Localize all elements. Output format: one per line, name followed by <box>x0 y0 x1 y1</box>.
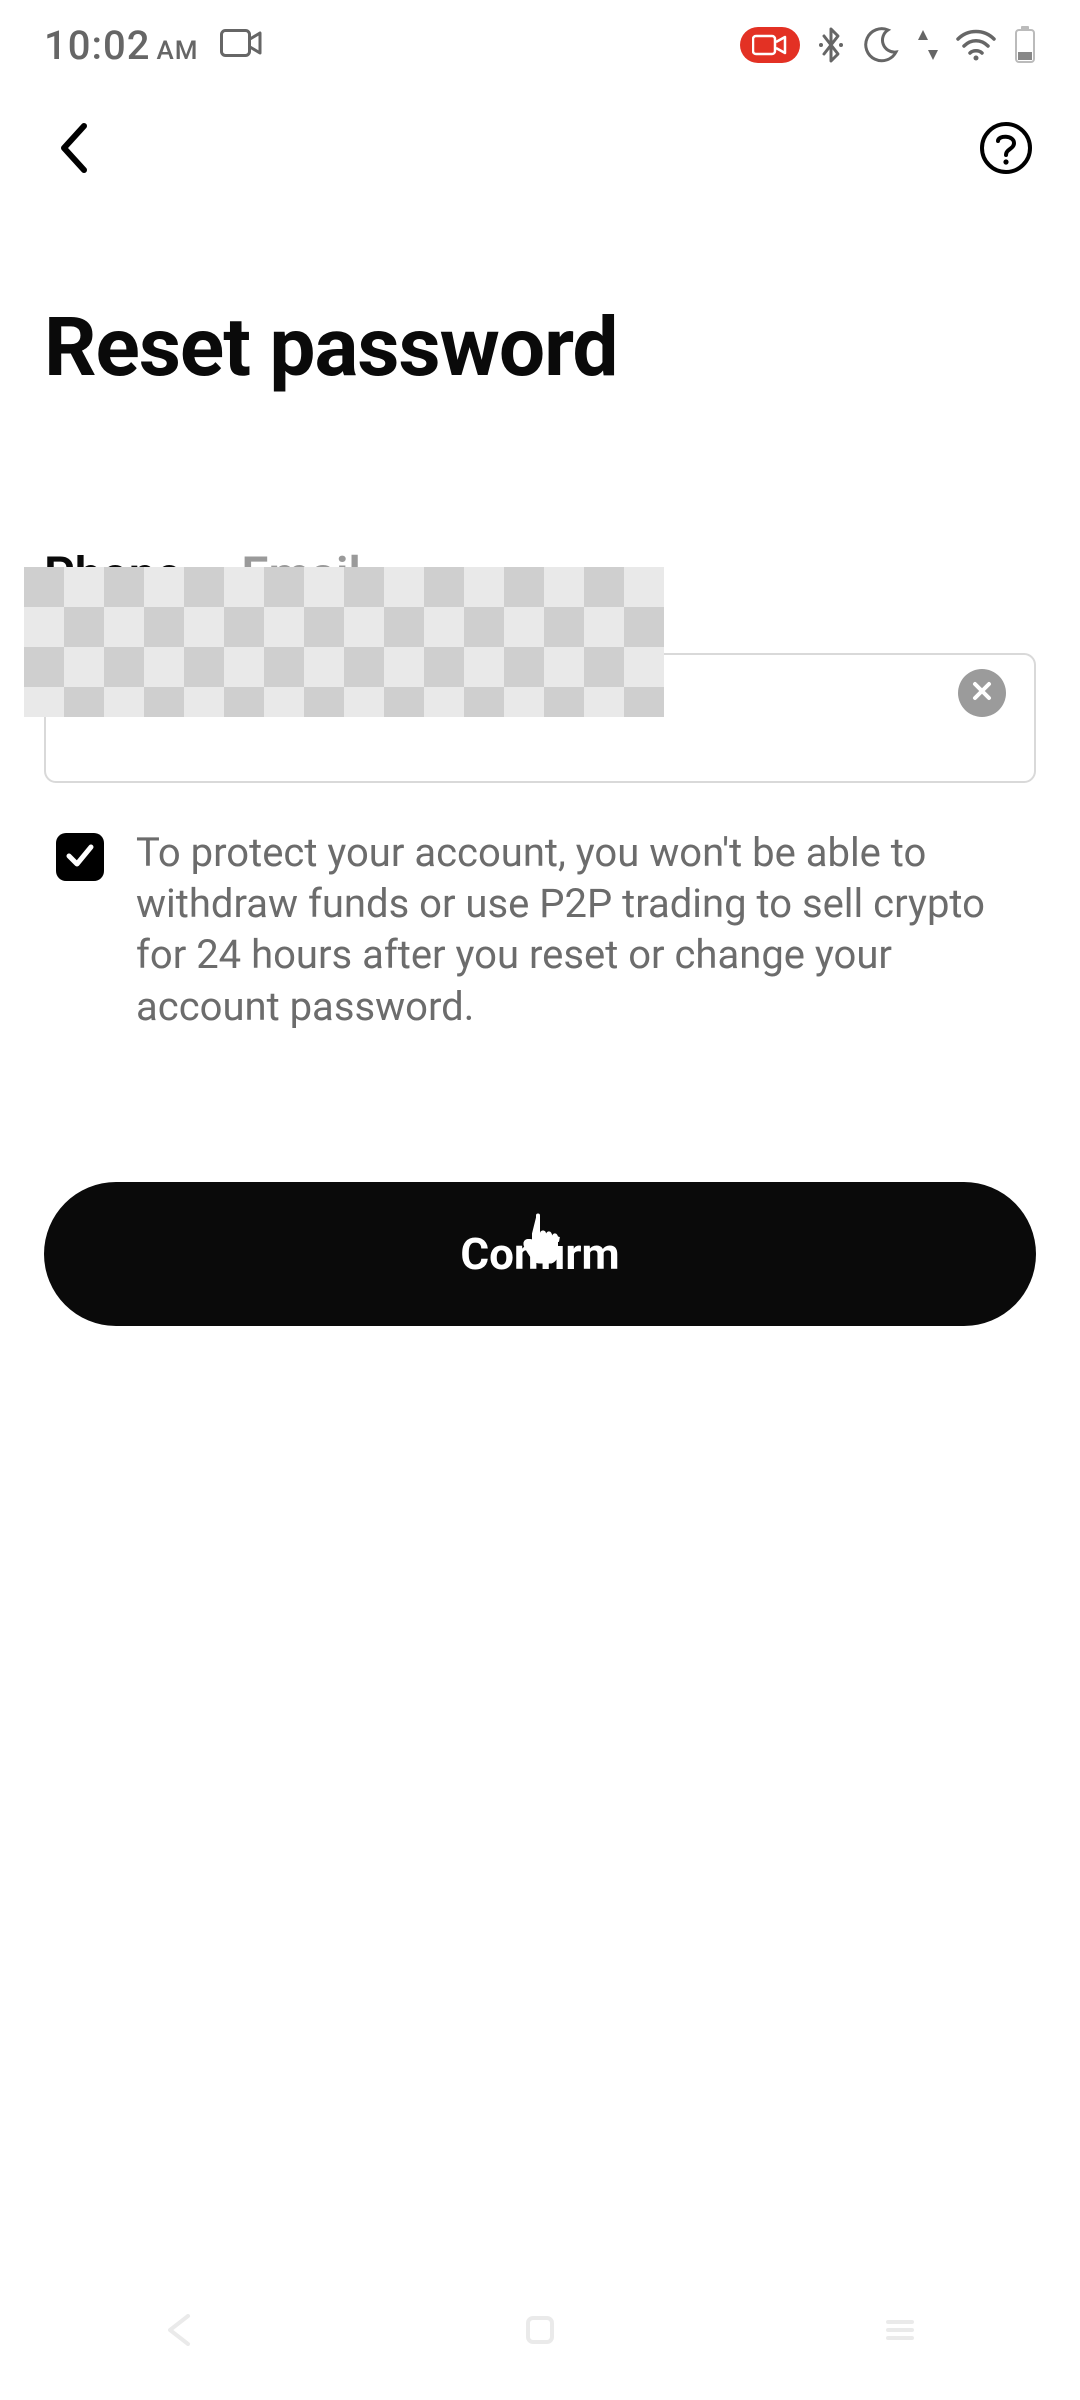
disclaimer-row: To protect your account, you won't be ab… <box>0 783 1080 1032</box>
phone-input-wrap <box>0 603 1080 783</box>
clear-input-button[interactable] <box>958 669 1006 717</box>
wifi-icon <box>956 29 996 61</box>
chevron-left-icon <box>56 120 92 180</box>
status-bar: 10:02AM <box>0 0 1080 90</box>
confirm-wrap: Confirm <box>0 1032 1080 1326</box>
sys-recents-button[interactable] <box>860 2305 940 2355</box>
battery-icon <box>1014 26 1036 64</box>
disclaimer-text: To protect your account, you won't be ab… <box>136 827 1032 1032</box>
tab-phone[interactable]: Phone <box>44 546 181 603</box>
tab-email[interactable]: Email <box>241 546 360 603</box>
status-time: 10:02AM <box>44 22 198 69</box>
app-header <box>0 90 1080 200</box>
sys-back-button[interactable] <box>140 2305 220 2355</box>
confirm-button[interactable]: Confirm <box>44 1182 1036 1326</box>
status-ampm: AM <box>156 36 198 66</box>
phone-input[interactable] <box>44 653 1036 783</box>
close-icon <box>971 680 993 706</box>
disclaimer-checkbox[interactable] <box>56 833 104 881</box>
screen-record-icon <box>740 27 800 63</box>
help-button[interactable] <box>976 120 1036 180</box>
sys-home-button[interactable] <box>500 2305 580 2355</box>
bluetooth-icon <box>818 25 844 65</box>
camera-outline-icon <box>220 27 264 59</box>
confirm-button-label: Confirm <box>460 1228 619 1280</box>
data-updown-icon <box>918 28 938 62</box>
page-title: Reset password <box>0 200 1080 396</box>
auth-tabs: Phone Email <box>0 396 1080 603</box>
moon-icon <box>862 26 900 64</box>
status-right <box>740 25 1036 65</box>
check-icon <box>64 839 96 875</box>
status-left: 10:02AM <box>44 22 264 69</box>
help-circle-icon <box>978 120 1034 180</box>
status-time-value: 10:02 <box>44 22 150 69</box>
back-button[interactable] <box>44 120 104 180</box>
system-nav-bar <box>0 2260 1080 2400</box>
